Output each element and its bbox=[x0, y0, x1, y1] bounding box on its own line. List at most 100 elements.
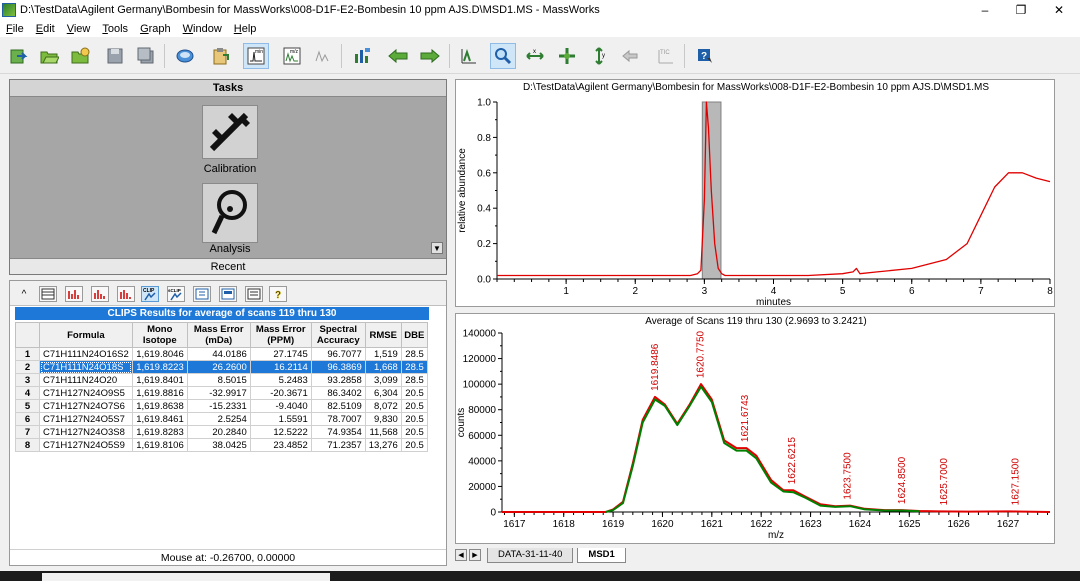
cell-mono-isotope[interactable]: 1,619.8816 bbox=[131, 386, 188, 400]
save-all-icon[interactable] bbox=[133, 43, 159, 69]
cell-mass-error-mda[interactable]: -15.2331 bbox=[186, 399, 251, 413]
open-recent-icon[interactable] bbox=[67, 43, 93, 69]
next-arrow-icon[interactable] bbox=[417, 43, 443, 69]
tic-chart[interactable]: 0.0 0.2 0.4 0.6 0.8 1.0 1 2 3 4 5 6 7 8 minutes relativ… bbox=[456, 80, 1054, 307]
cell-mass-error-mda[interactable]: 26.2600 bbox=[186, 360, 251, 374]
undo-zoom-icon[interactable] bbox=[617, 43, 643, 69]
spectrum-compare-icon[interactable] bbox=[65, 286, 83, 302]
recent-bar[interactable]: Recent bbox=[10, 258, 446, 274]
taskbar-search-box[interactable] bbox=[42, 573, 330, 581]
close-button[interactable]: ✕ bbox=[1036, 0, 1080, 20]
cell-rmse[interactable]: 3,099 bbox=[364, 373, 402, 387]
analysis-button[interactable] bbox=[202, 183, 258, 243]
save-icon[interactable] bbox=[102, 43, 128, 69]
cell-formula[interactable]: C71H111N24O18S bbox=[39, 360, 133, 374]
cell-mass-error-mda[interactable]: 20.2840 bbox=[186, 425, 251, 439]
cell-mono-isotope[interactable]: 1,619.8223 bbox=[131, 360, 188, 374]
sclip-search-icon[interactable]: sCLIP bbox=[167, 286, 185, 302]
zoom-icon[interactable] bbox=[490, 43, 516, 69]
cell-mass-error-mda[interactable]: 38.0425 bbox=[186, 438, 251, 452]
clip-search-icon[interactable]: CLIP bbox=[141, 286, 159, 302]
cell-mono-isotope[interactable]: 1,619.8401 bbox=[131, 373, 188, 387]
table-row[interactable]: 4 C71H127N24O9S5 1,619.8816 -32.9917 -20.367… bbox=[15, 386, 428, 400]
menu-edit[interactable]: Edit bbox=[30, 23, 61, 35]
cell-spectral-accuracy[interactable]: 86.3402 bbox=[310, 386, 366, 400]
pan-icon[interactable] bbox=[554, 43, 580, 69]
tab-data[interactable]: DATA-31-11-40 bbox=[487, 547, 574, 563]
cell-mass-error-ppm[interactable]: 16.2114 bbox=[249, 360, 312, 374]
peak-pick-icon[interactable] bbox=[456, 43, 482, 69]
cell-mass-error-ppm[interactable]: 5.2483 bbox=[249, 373, 312, 387]
column-mass-error-mda[interactable]: Mass Error (mDa) bbox=[186, 322, 251, 348]
cell-spectral-accuracy[interactable]: 78.7007 bbox=[310, 412, 366, 426]
export-icon[interactable] bbox=[193, 286, 211, 302]
cell-formula[interactable]: C71H127N24O5S9 bbox=[39, 438, 133, 452]
row-number[interactable]: 5 bbox=[15, 399, 40, 413]
cell-rmse[interactable]: 13,276 bbox=[364, 438, 402, 452]
cell-rmse[interactable]: 6,304 bbox=[364, 386, 402, 400]
cell-mass-error-ppm[interactable]: 27.1745 bbox=[249, 347, 312, 361]
column-formula[interactable]: Formula bbox=[39, 322, 133, 348]
cell-dbe[interactable]: 28.5 bbox=[400, 360, 428, 374]
clipboard-icon[interactable] bbox=[207, 43, 233, 69]
cell-dbe[interactable]: 20.5 bbox=[400, 399, 428, 413]
column-dbe[interactable]: DBE bbox=[400, 322, 428, 348]
cell-mass-error-ppm[interactable]: 1.5591 bbox=[249, 412, 312, 426]
cell-mass-error-mda[interactable]: -32.9917 bbox=[186, 386, 251, 400]
table-row[interactable]: 7 C71H127N24O3S8 1,619.8283 20.2840 12.5222 7… bbox=[15, 425, 428, 439]
print-icon[interactable] bbox=[245, 286, 263, 302]
tab-scroll-right-icon[interactable]: ▶ bbox=[469, 549, 481, 561]
previous-arrow-icon[interactable] bbox=[385, 43, 411, 69]
open-folder-icon[interactable] bbox=[36, 43, 62, 69]
cell-dbe[interactable]: 20.5 bbox=[400, 412, 428, 426]
zoom-y-icon[interactable]: y bbox=[586, 43, 612, 69]
tab-msd1[interactable]: MSD1 bbox=[577, 547, 626, 563]
cell-spectral-accuracy[interactable]: 74.9354 bbox=[310, 425, 366, 439]
cell-rmse[interactable]: 8,072 bbox=[364, 399, 402, 413]
cell-dbe[interactable]: 20.5 bbox=[400, 438, 428, 452]
cell-rmse[interactable]: 9,830 bbox=[364, 412, 402, 426]
tic-view-icon[interactable]: min bbox=[243, 43, 269, 69]
row-number[interactable]: 7 bbox=[15, 425, 40, 439]
overlay-view-icon[interactable] bbox=[310, 43, 336, 69]
cell-spectral-accuracy[interactable]: 82.5109 bbox=[310, 399, 366, 413]
cell-mass-error-ppm[interactable]: -20.3671 bbox=[249, 386, 312, 400]
refresh-icon[interactable] bbox=[172, 43, 198, 69]
cell-mono-isotope[interactable]: 1,619.8461 bbox=[131, 412, 188, 426]
column-mono-isotope[interactable]: Mono Isotope bbox=[131, 322, 188, 348]
import-icon[interactable] bbox=[5, 43, 31, 69]
row-number[interactable]: 4 bbox=[15, 386, 40, 400]
cell-mass-error-mda[interactable]: 44.0186 bbox=[186, 347, 251, 361]
cell-spectral-accuracy[interactable]: 71.2357 bbox=[310, 438, 366, 452]
cell-formula[interactable]: C71H127N24O9S5 bbox=[39, 386, 133, 400]
cell-formula[interactable]: C71H127N24O3S8 bbox=[39, 425, 133, 439]
tic-icon[interactable]: TIC bbox=[653, 43, 679, 69]
cell-mono-isotope[interactable]: 1,619.8638 bbox=[131, 399, 188, 413]
table-row[interactable]: 3 C71H111N24O20 1,619.8401 8.5015 5.2483 93.2… bbox=[15, 373, 428, 387]
cell-rmse[interactable]: 1,519 bbox=[364, 347, 402, 361]
calibration-button[interactable] bbox=[202, 105, 258, 159]
help-icon[interactable]: ? bbox=[692, 43, 718, 69]
cell-dbe[interactable]: 28.5 bbox=[400, 347, 428, 361]
zoom-x-icon[interactable]: x bbox=[522, 43, 548, 69]
table-row[interactable]: 2 C71H111N24O18S 1,619.8223 26.2600 16.2114 9… bbox=[15, 360, 428, 374]
isotope-pattern-icon[interactable] bbox=[91, 286, 109, 302]
column-mass-error-ppm[interactable]: Mass Error (PPM) bbox=[249, 322, 312, 348]
spectrum-chart[interactable]: 0 20000 40000 60000 80000 100000 120000 140000 1… bbox=[456, 314, 1054, 543]
cell-spectral-accuracy[interactable]: 96.3869 bbox=[310, 360, 366, 374]
tic-chart-panel[interactable]: D:\TestData\Agilent Germany\Bombesin for… bbox=[455, 79, 1055, 307]
cell-dbe[interactable]: 20.5 bbox=[400, 425, 428, 439]
table-row[interactable]: 1 C71H111N24O16S2 1,619.8046 44.0186 27.1745… bbox=[15, 347, 428, 361]
table-row[interactable]: 8 C71H127N24O5S9 1,619.8106 38.0425 23.4852 7… bbox=[15, 438, 428, 452]
row-number[interactable]: 8 bbox=[15, 438, 40, 452]
report-icon[interactable] bbox=[219, 286, 237, 302]
menu-view[interactable]: View bbox=[61, 23, 97, 35]
row-number[interactable]: 1 bbox=[15, 347, 40, 361]
cell-mono-isotope[interactable]: 1,619.8046 bbox=[131, 347, 188, 361]
row-number[interactable]: 6 bbox=[15, 412, 40, 426]
cell-dbe[interactable]: 28.5 bbox=[400, 373, 428, 387]
cell-formula[interactable]: C71H111N24O20 bbox=[39, 373, 133, 387]
cell-dbe[interactable]: 20.5 bbox=[400, 386, 428, 400]
cell-mass-error-ppm[interactable]: -9.4040 bbox=[249, 399, 312, 413]
cell-mass-error-ppm[interactable]: 23.4852 bbox=[249, 438, 312, 452]
